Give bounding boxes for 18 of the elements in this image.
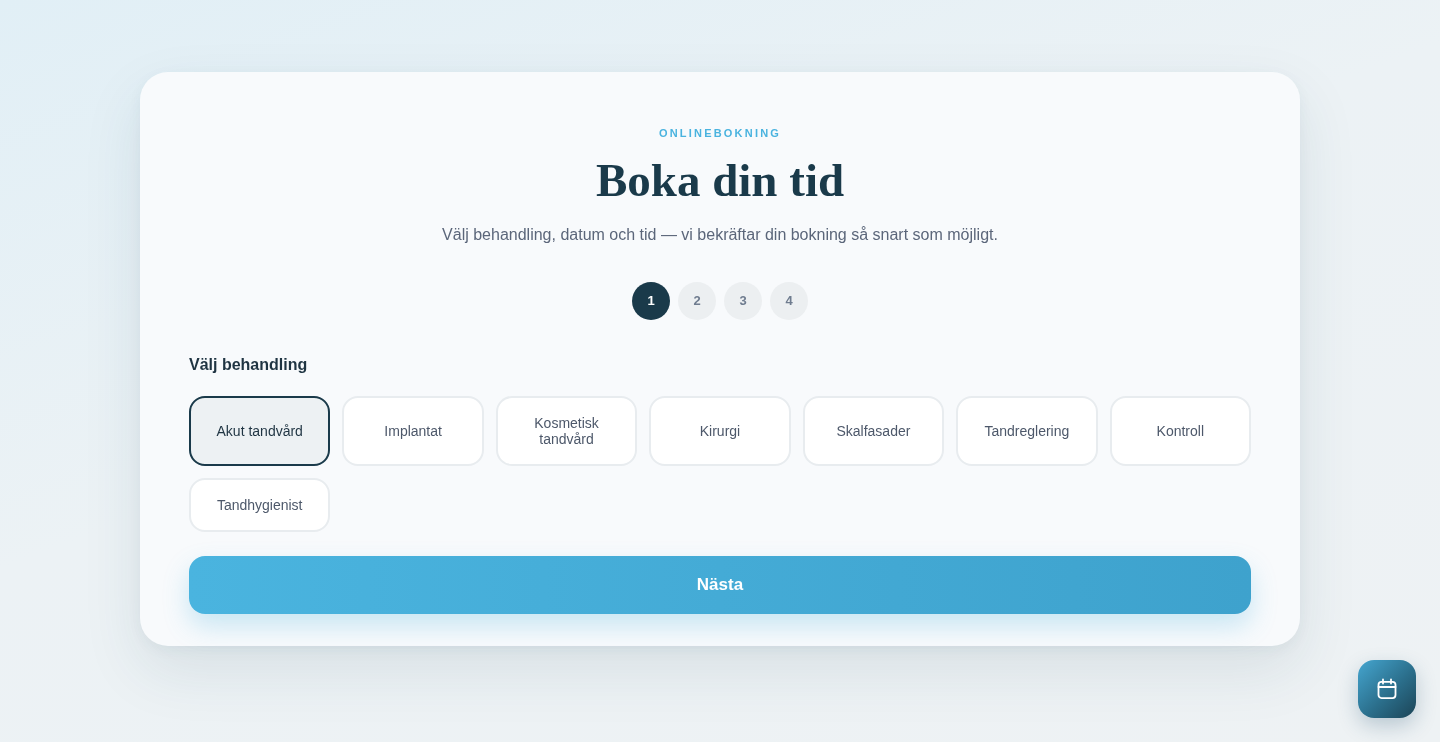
treatment-option[interactable]: Implantat: [342, 396, 484, 466]
treatment-option[interactable]: Skalfasader: [802, 396, 945, 466]
page-title: Boka din tid: [595, 153, 845, 208]
subtitle-text: Välj behandling, datum och tid — vi bekräftar din bokning så snart som möjligt.: [442, 225, 998, 245]
calendar-button[interactable]: [1358, 660, 1416, 718]
treatment-option[interactable]: Akut tandvård: [189, 396, 331, 466]
step-button[interactable]: 4: [770, 282, 808, 320]
eyebrow-label: ONLINEBOKNING: [658, 126, 782, 141]
treatment-option[interactable]: Kirurgi: [649, 396, 791, 466]
step-button[interactable]: 3: [724, 282, 762, 320]
treatment-option[interactable]: Kontroll: [1109, 396, 1251, 466]
treatment-option[interactable]: Tandhygienist: [189, 478, 331, 532]
calendar-icon: [1376, 678, 1398, 700]
treatment-option[interactable]: Kosmetisk tandvård: [495, 396, 638, 466]
step-button[interactable]: 1: [632, 282, 670, 320]
section-label: Välj behandling: [189, 355, 308, 375]
treatment-option[interactable]: Tandreglering: [956, 396, 1098, 466]
step-button[interactable]: 2: [678, 282, 716, 320]
